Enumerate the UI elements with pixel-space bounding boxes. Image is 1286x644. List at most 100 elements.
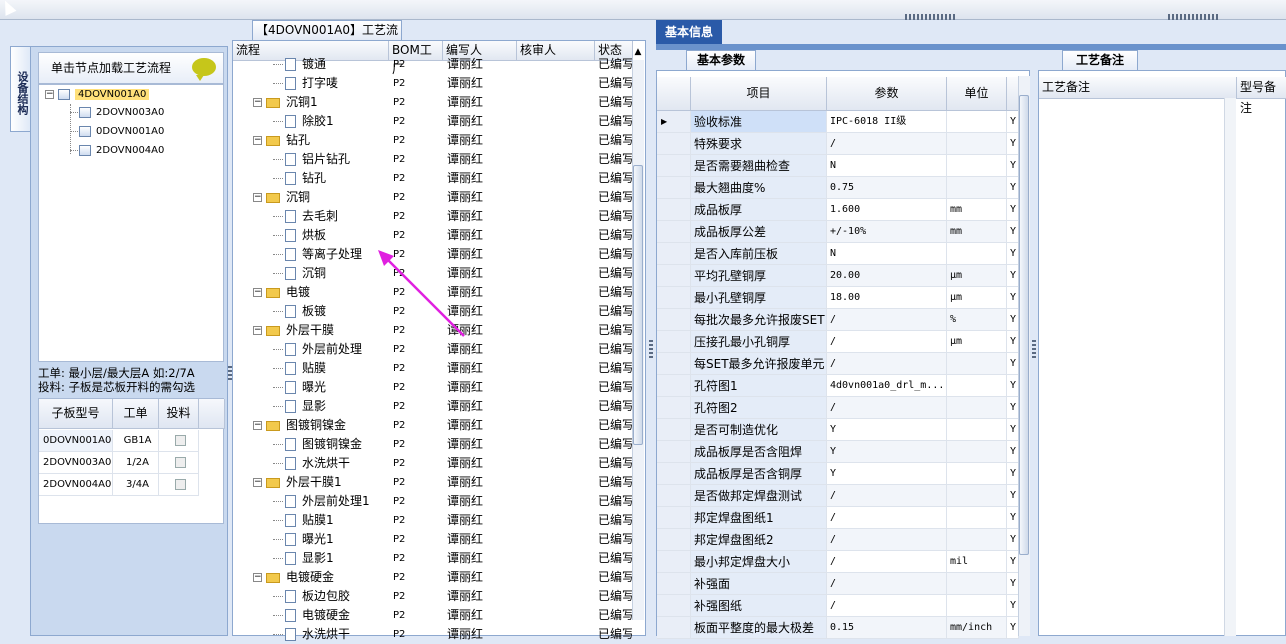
process-name-cell[interactable]: 图镀铜镍金	[273, 435, 389, 454]
splitter-grip[interactable]	[1168, 14, 1218, 20]
column-header[interactable]: 项目	[691, 77, 827, 111]
param-value-cell[interactable]: /	[827, 529, 947, 550]
process-row[interactable]: 打字唛 P2 谭丽红 已编写	[233, 74, 633, 93]
process-name-cell[interactable]: 曝光1	[273, 530, 389, 549]
param-row[interactable]: 每批次最多允许报废SET /% Y	[657, 309, 1019, 331]
param-row[interactable]: 邦定焊盘图纸1/Y	[657, 507, 1019, 529]
process-name-cell[interactable]: 贴膜	[273, 359, 389, 378]
process-row[interactable]: 贴膜1 P2 谭丽红 已编写	[233, 511, 633, 530]
param-row[interactable]: 特殊要求 / Y	[657, 133, 1019, 155]
process-name-cell[interactable]: 外层前处理	[273, 340, 389, 359]
process-name-cell[interactable]: 水洗烘干	[273, 625, 389, 644]
param-row[interactable]: 压接孔最小孔铜厚 / μm Y	[657, 331, 1019, 353]
param-value-cell[interactable]: 18.00	[827, 287, 947, 308]
table-cell[interactable]: GB1A	[113, 430, 159, 452]
param-value-cell[interactable]: /	[827, 485, 947, 506]
process-row[interactable]: 烘板 P2 谭丽红 已编写	[233, 226, 633, 245]
process-row[interactable]: 曝光1 P2 谭丽红 已编写	[233, 530, 633, 549]
scrollbar-thumb[interactable]	[633, 165, 643, 445]
collapse-icon[interactable]: −	[253, 326, 262, 335]
process-row[interactable]: 镀通 P2 谭丽红 已编写	[233, 55, 633, 74]
param-row[interactable]: 补强面 / Y	[657, 573, 1019, 595]
feed-checkbox[interactable]	[175, 434, 186, 446]
process-row[interactable]: 图镀铜镍金 P2 谭丽红 已编写	[233, 435, 633, 454]
splitter-grip[interactable]	[905, 14, 955, 20]
process-row[interactable]: 显影1 P2 谭丽红 已编写	[233, 549, 633, 568]
splitter-grip[interactable]	[649, 340, 653, 358]
param-value-cell[interactable]: /	[827, 573, 947, 594]
process-name-cell[interactable]: 除胶1	[273, 112, 389, 131]
process-name-cell[interactable]: 钻孔	[273, 169, 389, 188]
tree-node[interactable]: 0DOVN001A0	[70, 123, 164, 141]
process-name-cell[interactable]: − 电镀	[253, 283, 389, 302]
process-row[interactable]: − 钻孔 P2 谭丽红 已编写	[233, 131, 633, 150]
process-name-cell[interactable]: 板边包胶	[273, 587, 389, 606]
process-row[interactable]: − 图镀铜镍金 P2 谭丽红 已编写	[233, 416, 633, 435]
process-name-cell[interactable]: − 沉铜	[253, 188, 389, 207]
param-value-cell[interactable]: Y	[827, 419, 947, 440]
collapse-icon[interactable]: −	[253, 573, 262, 582]
param-row[interactable]: ▶ 验收标准 IPC-6018 II级 Y	[657, 111, 1019, 133]
process-name-cell[interactable]: 电镀硬金	[273, 606, 389, 625]
process-name-cell[interactable]: 显影1	[273, 549, 389, 568]
process-row[interactable]: 水洗烘干 P2 谭丽红 已编写	[233, 454, 633, 473]
process-name-cell[interactable]: − 沉铜1	[253, 93, 389, 112]
param-value-cell[interactable]: /	[827, 397, 947, 418]
param-value-cell[interactable]: /	[827, 551, 947, 572]
process-row[interactable]: − 沉铜1 P2 谭丽红 已编写	[233, 93, 633, 112]
tree-node[interactable]: 2DOVN004A0	[70, 142, 164, 160]
process-row[interactable]: 钻孔 P2 谭丽红 已编写	[233, 169, 633, 188]
collapse-icon[interactable]: −	[253, 421, 262, 430]
column-header[interactable]: 参数	[827, 77, 947, 111]
process-name-cell[interactable]: 等离子处理	[273, 245, 389, 264]
process-row[interactable]: − 沉铜 P2 谭丽红 已编写	[233, 188, 633, 207]
param-row[interactable]: 补强图纸 / Y	[657, 595, 1019, 617]
splitter-grip[interactable]	[1032, 340, 1036, 358]
param-value-cell[interactable]: Y	[827, 463, 947, 484]
param-row[interactable]: 最小孔壁铜厚 18.00 μm Y	[657, 287, 1019, 309]
tab-process-remarks[interactable]: 工艺备注	[1062, 50, 1138, 70]
column-header[interactable]: 工单	[113, 399, 159, 429]
param-value-cell[interactable]: 0.75	[827, 177, 947, 198]
param-value-cell[interactable]: N	[827, 243, 947, 264]
scroll-up-icon[interactable]: ▲	[633, 46, 643, 58]
param-value-cell[interactable]: /	[827, 595, 947, 616]
process-row[interactable]: 除胶1 P2 谭丽红 已编写	[233, 112, 633, 131]
param-value-cell[interactable]: /	[827, 353, 947, 374]
process-row[interactable]: − 外层干膜1 P2 谭丽红 已编写	[233, 473, 633, 492]
feed-checkbox[interactable]	[175, 456, 186, 468]
collapse-icon[interactable]: −	[253, 98, 262, 107]
process-row[interactable]: 外层前处理1 P2 谭丽红 已编写	[233, 492, 633, 511]
param-row[interactable]: 成品板厚 1.600 mm Y	[657, 199, 1019, 221]
table-cell[interactable]: 2DOVN004A0	[39, 474, 113, 496]
collapse-icon[interactable]: −	[253, 478, 262, 487]
collapse-icon[interactable]: −	[45, 89, 54, 99]
process-name-cell[interactable]: − 外层干膜1	[253, 473, 389, 492]
column-header[interactable]: 型号备注	[1237, 77, 1286, 115]
tab-basic-info[interactable]: 基本信息	[656, 20, 722, 44]
table-cell[interactable]: 2DOVN003A0	[39, 452, 113, 474]
process-name-cell[interactable]: − 钻孔	[253, 131, 389, 150]
param-row[interactable]: 是否做邦定焊盘测试 / Y	[657, 485, 1019, 507]
column-header[interactable]: 投料	[159, 399, 199, 429]
tab-basic-params[interactable]: 基本参数	[686, 50, 756, 70]
process-name-cell[interactable]: 铝片钻孔	[273, 150, 389, 169]
process-name-cell[interactable]: − 外层干膜	[253, 321, 389, 340]
param-row[interactable]: 是否需要翘曲检查 N Y	[657, 155, 1019, 177]
process-name-cell[interactable]: 去毛刺	[273, 207, 389, 226]
param-value-cell[interactable]: +/-10%	[827, 221, 947, 242]
table-cell[interactable]: 3/4A	[113, 474, 159, 496]
collapse-icon[interactable]: −	[253, 288, 262, 297]
param-value-cell[interactable]: 1.600	[827, 199, 947, 220]
param-row[interactable]: 是否入库前压板 N Y	[657, 243, 1019, 265]
process-row[interactable]: 贴膜 P2 谭丽红 已编写	[233, 359, 633, 378]
param-row[interactable]: 最小邦定焊盘大小 / mil Y	[657, 551, 1019, 573]
param-value-cell[interactable]: /	[827, 507, 947, 528]
param-row[interactable]: 成品板厚是否含阻焊 Y Y	[657, 441, 1019, 463]
process-row[interactable]: 铝片钻孔 P2 谭丽红 已编写	[233, 150, 633, 169]
process-name-cell[interactable]: 打字唛	[273, 74, 389, 93]
table-cell[interactable]: 0DOVN001A0	[39, 430, 113, 452]
process-name-cell[interactable]: 烘板	[273, 226, 389, 245]
param-row[interactable]: 最大翘曲度% 0.75 Y	[657, 177, 1019, 199]
process-name-cell[interactable]: 曝光	[273, 378, 389, 397]
